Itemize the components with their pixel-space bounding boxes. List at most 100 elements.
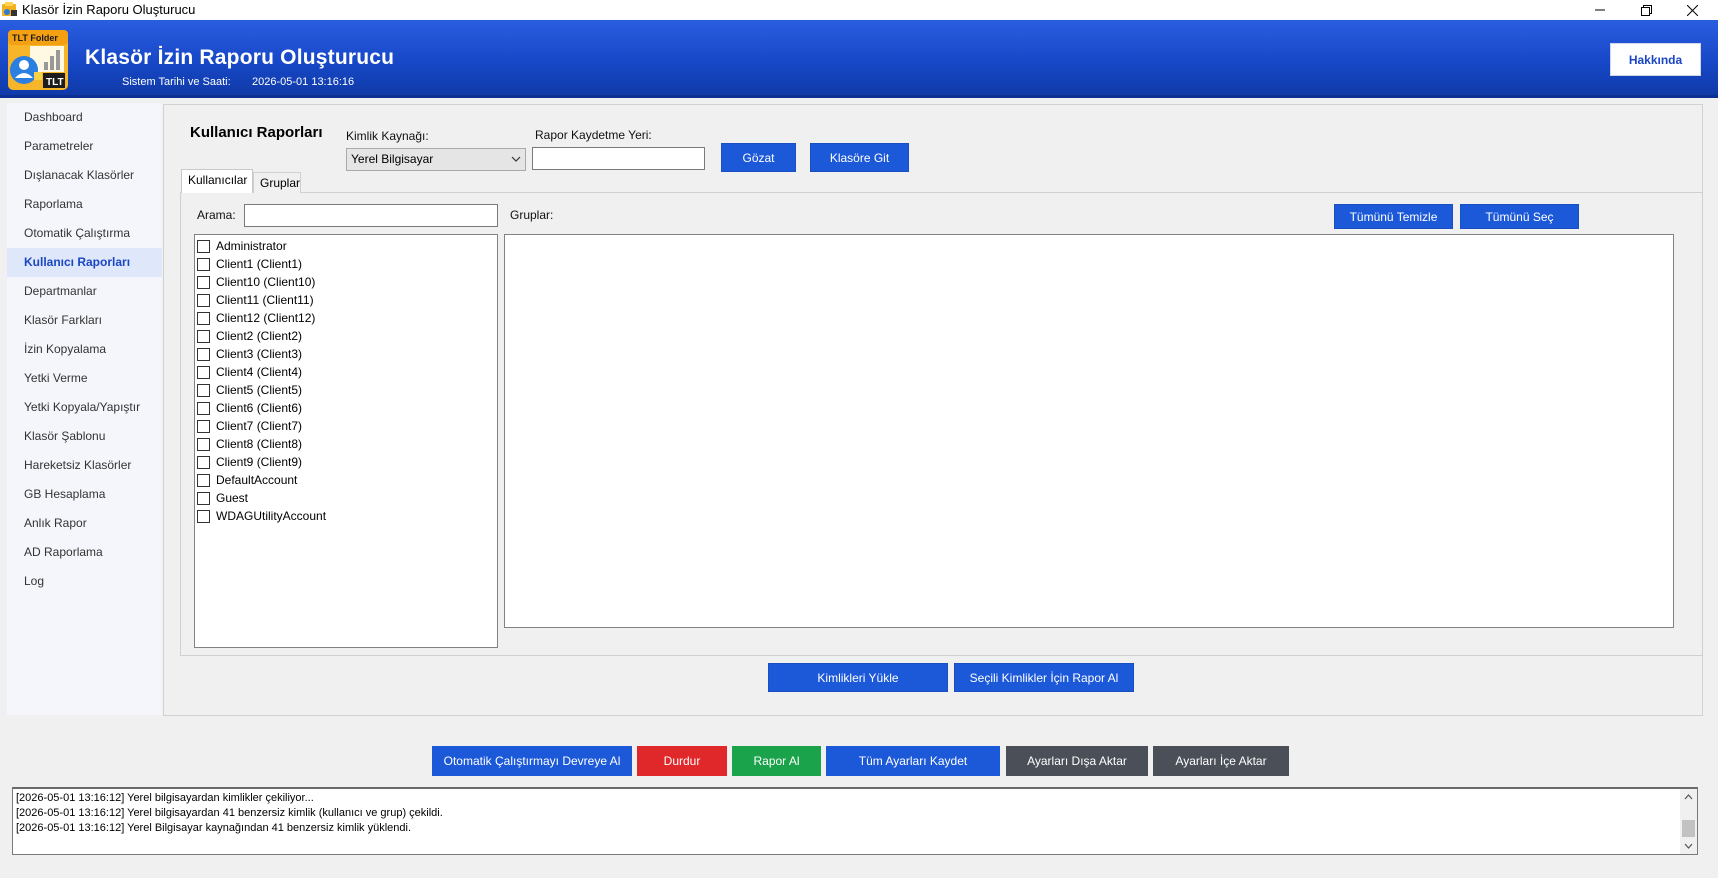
sidebar-item-parameters[interactable]: Parametreler <box>7 132 162 161</box>
sidebar-item-dashboard[interactable]: Dashboard <box>7 103 162 132</box>
enable-auto-run-button[interactable]: Otomatik Çalıştırmayı Devreye Al <box>432 746 632 776</box>
close-button[interactable] <box>1669 0 1715 20</box>
checkbox[interactable] <box>197 239 210 253</box>
clear-all-button[interactable]: Tümünü Temizle <box>1334 204 1453 229</box>
checkbox[interactable] <box>197 491 210 505</box>
groups-list[interactable] <box>504 234 1674 628</box>
log-line: [2026-05-01 13:16:12] Yerel Bilgisayar k… <box>16 822 412 834</box>
list-item[interactable]: Client11 (Client11) <box>195 291 497 309</box>
get-report-button[interactable]: Rapor Al <box>732 746 821 776</box>
scroll-down-button[interactable] <box>1680 838 1697 854</box>
sidebar-item-folder-diffs[interactable]: Klasör Farkları <box>7 306 162 335</box>
scroll-up-button[interactable] <box>1680 789 1697 805</box>
save-location-input[interactable] <box>532 147 705 170</box>
minimize-button[interactable] <box>1577 0 1623 20</box>
checkbox[interactable] <box>197 473 210 487</box>
list-item[interactable]: WDAGUtilityAccount <box>195 507 497 525</box>
checkbox[interactable] <box>197 347 210 361</box>
sidebar-item-reporting[interactable]: Raporlama <box>7 190 162 219</box>
app-title: Klasör İzin Raporu Oluşturucu <box>85 46 395 69</box>
app-logo: TLT Folder TLT <box>8 30 68 90</box>
list-item[interactable]: Client12 (Client12) <box>195 309 497 327</box>
checkbox[interactable] <box>197 383 210 397</box>
checkbox[interactable] <box>197 419 210 433</box>
sidebar-item-user-reports[interactable]: Kullanıcı Raporları <box>7 248 162 277</box>
user-name: Client2 (Client2) <box>216 329 303 343</box>
user-name: Client3 (Client3) <box>216 347 303 361</box>
list-item[interactable]: Client1 (Client1) <box>195 255 497 273</box>
app-icon <box>2 2 17 16</box>
sidebar-item-departments[interactable]: Departmanlar <box>7 277 162 306</box>
sidebar-item-auto-run[interactable]: Otomatik Çalıştırma <box>7 219 162 248</box>
datetime-value: 2026-05-01 13:16:16 <box>252 76 355 88</box>
tab-groups[interactable]: Gruplar <box>253 172 301 193</box>
sidebar-item-instant-report[interactable]: Anlık Rapor <box>7 509 162 538</box>
search-input[interactable] <box>244 204 498 227</box>
identity-source-label: Kimlik Kaynağı: <box>346 129 429 143</box>
checkbox[interactable] <box>197 275 210 289</box>
list-item[interactable]: Client8 (Client8) <box>195 435 497 453</box>
list-item[interactable]: Client5 (Client5) <box>195 381 497 399</box>
list-item[interactable]: DefaultAccount <box>195 471 497 489</box>
datetime-label: Sistem Tarihi ve Saati: <box>122 76 231 88</box>
sidebar-item-inactive-folders[interactable]: Hareketsiz Klasörler <box>7 451 162 480</box>
user-name: Client11 (Client11) <box>216 293 314 307</box>
checkbox[interactable] <box>197 365 210 379</box>
list-item[interactable]: Client2 (Client2) <box>195 327 497 345</box>
log-scrollbar[interactable] <box>1680 789 1697 854</box>
window-titlebar: Klasör İzin Raporu Oluşturucu <box>0 0 1718 20</box>
sidebar-item-excluded-folders[interactable]: Dışlanacak Klasörler <box>7 161 162 190</box>
load-identities-button[interactable]: Kimlikleri Yükle <box>768 663 948 692</box>
user-name: Client4 (Client4) <box>216 365 303 379</box>
list-item[interactable]: Administrator <box>195 237 497 255</box>
checkbox[interactable] <box>197 455 210 469</box>
export-settings-button[interactable]: Ayarları Dışa Aktar <box>1006 746 1148 776</box>
logo-text-top: TLT Folder <box>12 33 58 43</box>
sidebar-item-copy-paste[interactable]: Yetki Kopyala/Yapıştır <box>7 393 162 422</box>
import-settings-button[interactable]: Ayarları İçe Aktar <box>1153 746 1289 776</box>
user-name: Client7 (Client7) <box>216 419 303 433</box>
checkbox[interactable] <box>197 329 210 343</box>
checkbox[interactable] <box>197 293 210 307</box>
list-item[interactable]: Guest <box>195 489 497 507</box>
sidebar-item-ad-reporting[interactable]: AD Raporlama <box>7 538 162 567</box>
sidebar-item-gb-calc[interactable]: GB Hesaplama <box>7 480 162 509</box>
checkbox[interactable] <box>197 509 210 523</box>
save-location-label: Rapor Kaydetme Yeri: <box>535 128 652 142</box>
checkbox[interactable] <box>197 437 210 451</box>
go-to-folder-button[interactable]: Klasöre Git <box>810 143 909 172</box>
log-output[interactable]: [2026-05-01 13:16:12] Yerel bilgisayarda… <box>12 787 1698 855</box>
list-item[interactable]: Client10 (Client10) <box>195 273 497 291</box>
browse-button[interactable]: Gözat <box>721 143 796 172</box>
list-item[interactable]: Client3 (Client3) <box>195 345 497 363</box>
search-label: Arama: <box>197 208 236 222</box>
user-name: Client12 (Client12) <box>216 311 316 325</box>
list-item[interactable]: Client4 (Client4) <box>195 363 497 381</box>
sidebar-item-grant[interactable]: Yetki Verme <box>7 364 162 393</box>
save-all-settings-button[interactable]: Tüm Ayarları Kaydet <box>826 746 1000 776</box>
user-name: Client5 (Client5) <box>216 383 303 397</box>
scroll-thumb[interactable] <box>1682 820 1695 837</box>
logo-badge-text: TLT <box>46 77 64 88</box>
report-selected-button[interactable]: Seçili Kimlikler İçin Rapor Al <box>954 663 1134 692</box>
checkbox[interactable] <box>197 257 210 271</box>
chevron-down-icon <box>511 156 521 162</box>
restore-button[interactable] <box>1623 0 1669 20</box>
about-button[interactable]: Hakkında <box>1610 43 1701 76</box>
sidebar-item-log[interactable]: Log <box>7 567 162 596</box>
close-icon <box>1686 4 1698 16</box>
checkbox[interactable] <box>197 401 210 415</box>
tab-users[interactable]: Kullanıcılar <box>181 169 253 193</box>
identity-source-select[interactable]: Yerel Bilgisayar <box>346 148 526 171</box>
stop-button[interactable]: Durdur <box>637 746 727 776</box>
app-header: TLT Folder TLT Klasör İzin Raporu Oluştu… <box>0 20 1718 98</box>
checkbox[interactable] <box>197 311 210 325</box>
user-name: Client9 (Client9) <box>216 455 303 469</box>
list-item[interactable]: Client9 (Client9) <box>195 453 497 471</box>
select-all-button[interactable]: Tümünü Seç <box>1460 204 1579 229</box>
list-item[interactable]: Client6 (Client6) <box>195 399 497 417</box>
user-name: Client8 (Client8) <box>216 437 303 451</box>
list-item[interactable]: Client7 (Client7) <box>195 417 497 435</box>
sidebar-item-folder-template[interactable]: Klasör Şablonu <box>7 422 162 451</box>
sidebar-item-permission-copy[interactable]: İzin Kopyalama <box>7 335 162 364</box>
